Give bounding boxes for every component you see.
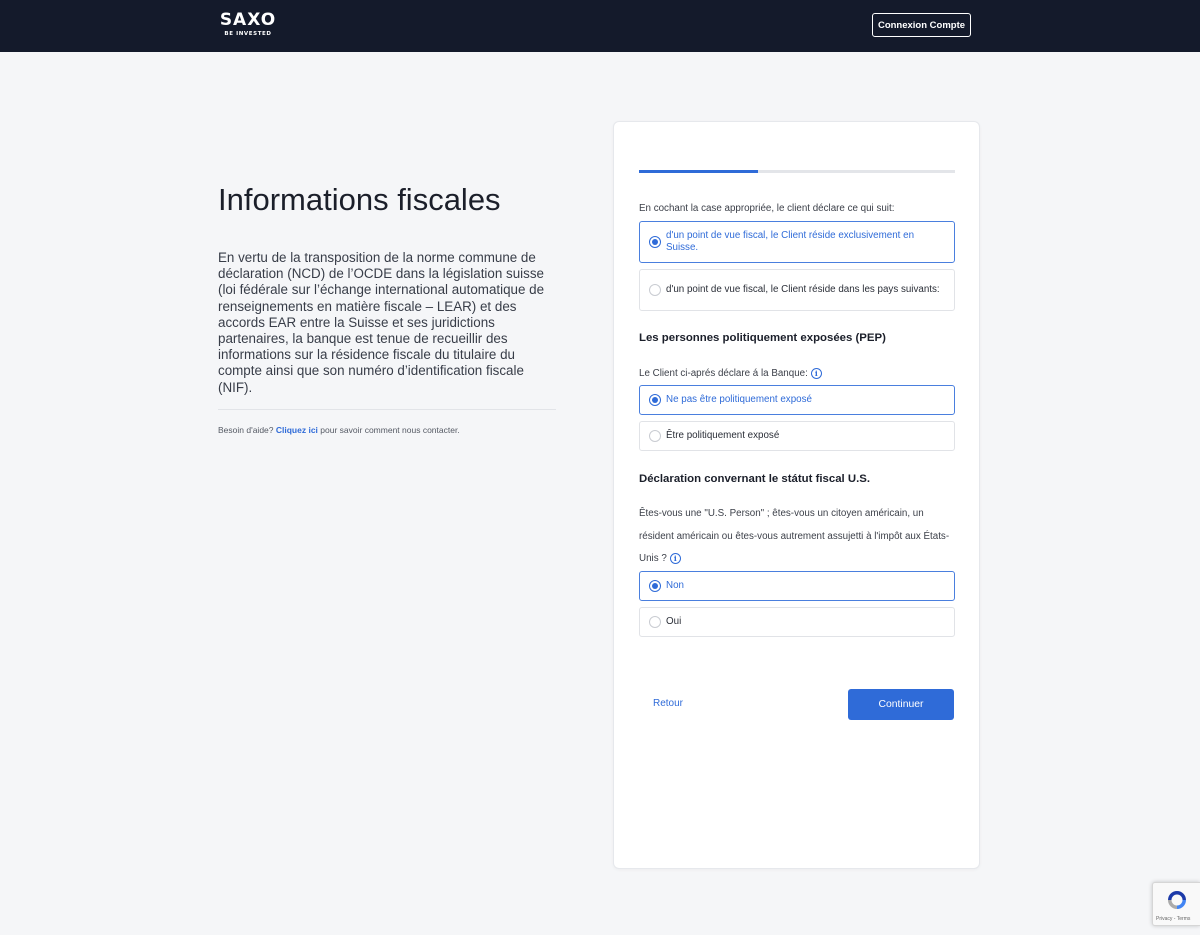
radio-button[interactable] — [649, 616, 661, 628]
option-label: d'un point de vue fiscal, le Client rési… — [666, 230, 915, 253]
radio-button[interactable] — [649, 394, 661, 406]
radio-button[interactable] — [649, 430, 661, 442]
recaptcha-icon — [1168, 891, 1186, 909]
us-person-question-text: Êtes-vous une "U.S. Person" ; êtes-vous … — [639, 508, 950, 564]
option-label: Ne pas être politiquement exposé — [666, 394, 812, 405]
tax-form-card: En cochant la case appropriée, le client… — [613, 121, 980, 869]
pep-section-title: Les personnes politiquement exposées (PE… — [639, 332, 886, 344]
login-account-button[interactable]: Connexion Compte — [872, 13, 971, 37]
residence-option-other-countries[interactable]: d'un point de vue fiscal, le Client rési… — [639, 269, 955, 311]
help-text: Besoin d'aide? Cliquez ici pour savoir c… — [218, 425, 460, 435]
top-navigation-bar: SAXO BE INVESTED Connexion Compte — [0, 0, 1200, 52]
us-option-oui[interactable]: Oui — [639, 607, 955, 637]
intro-paragraph: En vertu de la transposition de la norme… — [218, 250, 545, 395]
option-label: Non — [666, 580, 684, 591]
us-option-non[interactable]: Non — [639, 571, 955, 601]
help-suffix: pour savoir comment nous contacter. — [320, 425, 460, 435]
info-icon[interactable]: i — [810, 368, 822, 379]
pep-question-text: Le Client ci-aprés déclare á la Banque: — [639, 368, 808, 380]
us-status-section-title: Déclaration convernant le státut fiscal … — [639, 473, 871, 485]
option-label: Être politiquement exposé — [666, 430, 780, 441]
residence-question-label: En cochant la case appropriée, le client… — [639, 203, 895, 214]
pep-option-not-exposed[interactable]: Ne pas être politiquement exposé — [639, 385, 955, 415]
logo-main-text: SAXO — [219, 10, 277, 30]
recaptcha-links[interactable]: Privacy - Terms — [1156, 916, 1190, 922]
pep-question-label: Le Client ci-aprés déclare á la Banque: i — [639, 368, 822, 379]
saxo-logo[interactable]: SAXO BE INVESTED — [218, 11, 278, 38]
progress-bar — [639, 170, 955, 173]
residence-option-switzerland[interactable]: d'un point de vue fiscal, le Client rési… — [639, 221, 955, 263]
logo-tagline: BE INVESTED — [224, 31, 272, 37]
option-label: d'un point de vue fiscal, le Client rési… — [666, 284, 940, 295]
radio-button[interactable] — [649, 580, 661, 592]
back-button[interactable]: Retour — [653, 698, 683, 709]
recaptcha-badge[interactable]: Privacy - Terms — [1152, 882, 1200, 926]
radio-button[interactable] — [649, 236, 661, 248]
radio-button[interactable] — [649, 284, 661, 296]
help-prefix: Besoin d'aide? — [218, 425, 274, 435]
us-person-question-label: Êtes-vous une "U.S. Person" ; êtes-vous … — [639, 503, 955, 571]
help-contact-link[interactable]: Cliquez ici — [276, 425, 318, 435]
page-title: Informations fiscales — [218, 182, 501, 217]
divider — [218, 409, 556, 410]
info-icon[interactable]: i — [669, 552, 681, 564]
option-label: Oui — [666, 616, 682, 627]
progress-bar-fill — [639, 170, 758, 173]
continue-button[interactable]: Continuer — [848, 689, 954, 720]
pep-option-exposed[interactable]: Être politiquement exposé — [639, 421, 955, 451]
